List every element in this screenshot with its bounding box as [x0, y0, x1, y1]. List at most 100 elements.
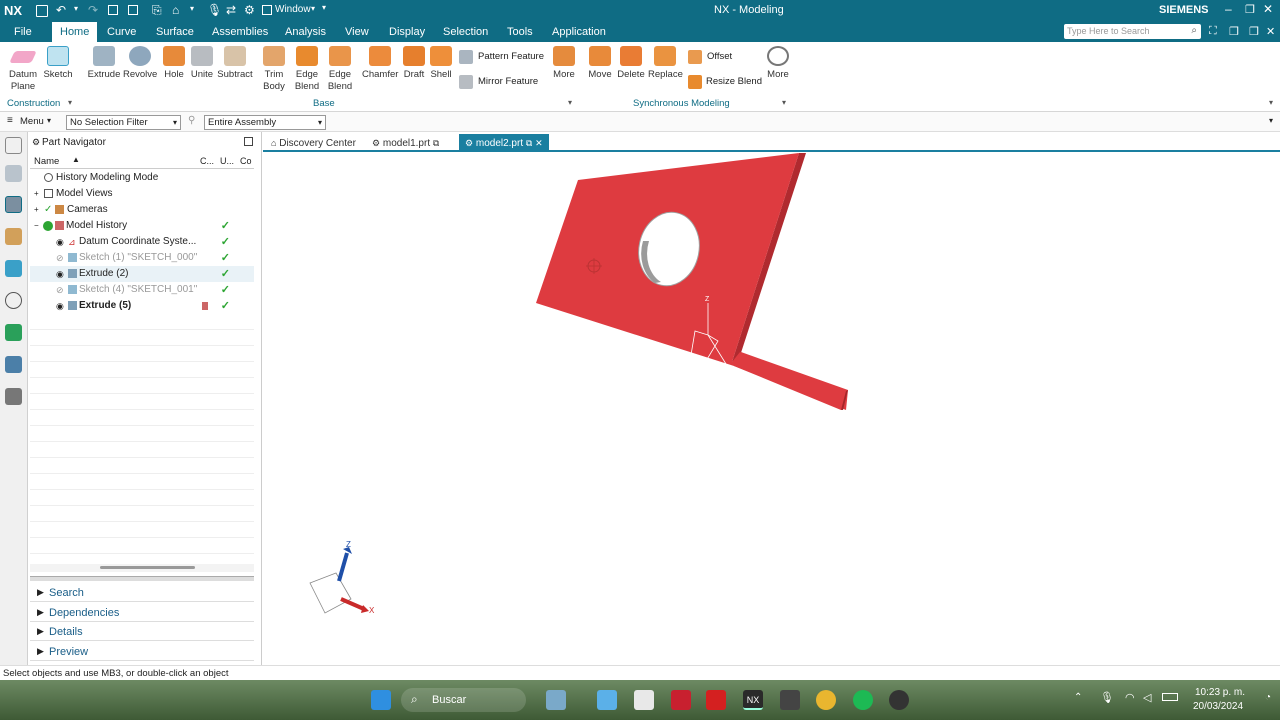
- panel-details[interactable]: ▶ Details: [30, 623, 254, 641]
- spotify-icon[interactable]: [853, 690, 873, 710]
- roles-icon[interactable]: [5, 388, 22, 405]
- resize-blend-button[interactable]: Resize Blend: [688, 75, 763, 89]
- panel-dependencies[interactable]: ▶ Dependencies: [30, 604, 254, 622]
- command-search[interactable]: Type Here to Search ⌕: [1064, 24, 1201, 39]
- history-icon[interactable]: [5, 292, 22, 309]
- tree-row-history-mode[interactable]: History Modeling Mode: [30, 170, 254, 186]
- unite-button[interactable]: Unite: [188, 46, 216, 81]
- system-materials-icon[interactable]: [5, 324, 22, 341]
- chamfer-button[interactable]: Chamfer: [362, 46, 398, 81]
- tree-row-cameras[interactable]: + ✓ Cameras: [30, 202, 254, 218]
- hidden-eye-icon[interactable]: ⊘: [56, 250, 64, 266]
- app-icon[interactable]: [671, 690, 691, 710]
- edge-blend-dropdown-button[interactable]: Edge Blend: [325, 46, 355, 93]
- column-c[interactable]: C...: [200, 156, 214, 166]
- search-input[interactable]: Type Here to Search: [1067, 26, 1150, 36]
- settings-gear-icon[interactable]: [5, 137, 22, 154]
- visibility-eye-icon[interactable]: ◉: [56, 234, 64, 250]
- chrome-icon[interactable]: [816, 690, 836, 710]
- app-icon[interactable]: [780, 690, 800, 710]
- sketch-button[interactable]: Sketch: [43, 46, 73, 81]
- chevron-down-icon[interactable]: ▾: [68, 98, 72, 107]
- menu-selection[interactable]: Selection: [437, 22, 494, 42]
- collapse-icon[interactable]: −: [34, 218, 39, 234]
- filter-icon[interactable]: ⚲: [188, 115, 195, 126]
- process-studio-icon[interactable]: [5, 356, 22, 373]
- tree-row-model-views[interactable]: + Model Views: [30, 186, 254, 202]
- column-u[interactable]: U...: [220, 156, 234, 166]
- close-tab-icon[interactable]: ✕: [535, 138, 543, 148]
- model-view[interactable]: Z X Z X: [263, 153, 1280, 665]
- ribbon-window-icon[interactable]: ❐: [1249, 25, 1259, 38]
- widgets-icon[interactable]: [546, 690, 566, 710]
- shell-button[interactable]: Shell: [429, 46, 453, 81]
- undock-icon[interactable]: ⧉: [526, 138, 532, 148]
- chevron-down-icon[interactable]: ▾: [311, 4, 315, 13]
- chevron-down-icon[interactable]: ▾: [568, 98, 572, 107]
- ribbon-close-icon[interactable]: ✕: [1266, 25, 1275, 38]
- window-icon[interactable]: [262, 5, 272, 15]
- microphone-icon[interactable]: 🎙: [207, 3, 222, 17]
- replace-face-button[interactable]: Replace: [648, 46, 683, 81]
- chevron-down-icon[interactable]: ▾: [74, 4, 78, 13]
- hole-button[interactable]: Hole: [162, 46, 186, 81]
- maximize-icon[interactable]: [244, 137, 253, 146]
- part-navigator-icon[interactable]: [5, 196, 22, 213]
- foot-face[interactable]: [734, 352, 848, 410]
- chevron-down-icon[interactable]: ▾: [190, 4, 194, 13]
- graphics-window[interactable]: Z X Z X: [263, 153, 1280, 665]
- full-screen-icon[interactable]: ⛶: [1209, 25, 1217, 38]
- horizontal-scrollbar[interactable]: [30, 564, 254, 572]
- touch-mode-icon[interactable]: ⚙: [244, 3, 255, 17]
- trim-body-button[interactable]: Trim Body: [258, 46, 290, 93]
- microphone-icon[interactable]: 🎙: [1100, 691, 1114, 704]
- expand-icon[interactable]: +: [34, 186, 39, 202]
- subtract-button[interactable]: Subtract: [217, 46, 253, 81]
- menu-icon[interactable]: ≡: [7, 115, 13, 126]
- move-face-button[interactable]: Move: [586, 46, 614, 81]
- edge-blend-button[interactable]: Edge Blend: [292, 46, 322, 93]
- plate-face[interactable]: [536, 153, 847, 410]
- tree-row-datum-csys[interactable]: ◉ ⊿ Datum Coordinate Syste... ✓: [30, 234, 254, 250]
- window-menu[interactable]: Window: [275, 4, 311, 15]
- repeat-command-icon[interactable]: ⎘: [152, 3, 162, 18]
- expand-icon[interactable]: +: [34, 202, 39, 218]
- revolve-button[interactable]: Revolve: [123, 46, 157, 81]
- datum-plane-button[interactable]: Datum Plane: [6, 46, 40, 93]
- ribbon-restore-icon[interactable]: ❐: [1229, 25, 1239, 38]
- nx-icon[interactable]: NX: [743, 690, 763, 710]
- chevron-up-icon[interactable]: ⌃: [1074, 692, 1082, 703]
- splitter[interactable]: [30, 576, 254, 581]
- draft-button[interactable]: Draft: [402, 46, 426, 81]
- tab-model2[interactable]: ⚙ model2.prt ⧉ ✕: [459, 134, 549, 152]
- sync-more-button[interactable]: More: [764, 46, 792, 81]
- tree-row-sketch-1[interactable]: ⊘ Sketch (1) "SKETCH_000" ✓: [30, 250, 254, 266]
- volume-icon[interactable]: ◁: [1143, 691, 1151, 704]
- visibility-eye-icon[interactable]: ◉: [56, 298, 64, 314]
- chevron-down-icon[interactable]: ▾: [47, 116, 51, 125]
- menu-view[interactable]: View: [339, 22, 375, 42]
- save-icon[interactable]: [36, 5, 48, 17]
- scrollbar-thumb[interactable]: [100, 566, 195, 569]
- offset-region-button[interactable]: Offset: [688, 50, 748, 64]
- view-triad[interactable]: Z X: [309, 540, 375, 615]
- assembly-navigator-icon[interactable]: [5, 165, 22, 182]
- undock-icon[interactable]: ⧉: [433, 138, 439, 148]
- ribbon-options-icon[interactable]: ▾: [1269, 98, 1273, 107]
- solidworks-icon[interactable]: [706, 690, 726, 710]
- panel-preview[interactable]: ▶ Preview: [30, 643, 254, 661]
- menu-display[interactable]: Display: [383, 22, 431, 42]
- selection-filter-dropdown[interactable]: No Selection Filter ▾: [66, 115, 181, 130]
- obs-icon[interactable]: [889, 690, 909, 710]
- file-explorer-icon[interactable]: [634, 690, 654, 710]
- restore-button[interactable]: ❐: [1245, 3, 1255, 16]
- scope-dropdown[interactable]: Entire Assembly ▾: [204, 115, 326, 130]
- base-more-button[interactable]: More: [550, 46, 578, 81]
- menu-button[interactable]: Menu: [20, 116, 44, 127]
- tree-row-extrude-5[interactable]: ◉ Extrude (5) ✓: [30, 298, 254, 314]
- windows-start-icon[interactable]: [371, 690, 391, 710]
- delete-face-button[interactable]: Delete: [616, 46, 646, 81]
- tree-row-model-history[interactable]: − Model History ✓: [30, 218, 254, 234]
- wifi-icon[interactable]: ◠: [1125, 691, 1135, 704]
- tab-discovery-center[interactable]: ⌂ Discovery Center: [265, 134, 362, 152]
